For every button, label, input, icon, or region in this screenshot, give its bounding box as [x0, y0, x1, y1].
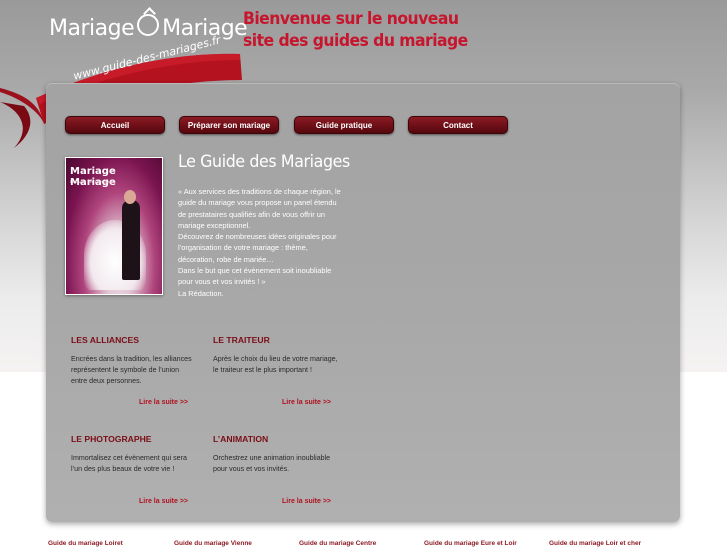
read-more-link[interactable]: Lire la suite >>	[139, 399, 188, 406]
card-title: LES ALLIANCES	[71, 335, 139, 345]
magazine-cover-image[interactable]: Mariage Mariage Le Guide des Mariages	[65, 157, 163, 295]
nav-guide-pratique[interactable]: Guide pratique	[294, 116, 394, 134]
footer-link-centre[interactable]: Guide du mariage Centre	[299, 540, 376, 547]
footer-link-vienne[interactable]: Guide du mariage Vienne	[174, 540, 252, 547]
intro-paragraph-2: Découvrez de nombreuses idées originales…	[178, 232, 337, 264]
intro-paragraph-3: Dans le but que cet évènement soit inoub…	[178, 266, 332, 287]
groom-shape	[122, 200, 140, 280]
welcome-line-1: Bienvenue sur le nouveau	[243, 9, 459, 29]
footer-link-loiret[interactable]: Guide du mariage Loiret	[48, 540, 123, 547]
card-text: Encrées dans la tradition, les alliances…	[71, 355, 192, 385]
magazine-title: Mariage Mariage	[70, 166, 116, 188]
read-more-link[interactable]: Lire la suite >>	[282, 399, 331, 406]
intro-signature: La Rédaction.	[178, 288, 224, 298]
intro-text: « Aux services des traditions de chaque …	[178, 186, 343, 299]
nav-accueil[interactable]: Accueil	[65, 116, 165, 134]
card-text: Après le choix du lieu de votre mariage,…	[213, 355, 338, 374]
logo-text-left: Mariage	[49, 15, 135, 41]
read-more-link[interactable]: Lire la suite >>	[282, 498, 331, 505]
card-text: Immortalisez cet évènement qui sera l’un…	[71, 454, 187, 473]
card-title: LE TRAITEUR	[213, 335, 270, 345]
nav-contact[interactable]: Contact	[408, 116, 508, 134]
card-text: Orchestrez une animation inoubliable pou…	[213, 454, 331, 473]
footer-link-loir-et-cher[interactable]: Guide du mariage Loir et cher	[549, 540, 641, 547]
footer-link-eure-et-loir[interactable]: Guide du mariage Eure et Loir	[424, 540, 517, 547]
welcome-line-2: site des guides du mariage	[243, 31, 468, 51]
intro-paragraph-1: « Aux services des traditions de chaque …	[178, 187, 341, 230]
groom-head-shape	[124, 190, 136, 204]
ring-icon	[137, 14, 160, 36]
main-navigation: Accueil Préparer son mariage Guide prati…	[0, 116, 727, 134]
nav-preparer-son-mariage[interactable]: Préparer son mariage	[179, 116, 279, 134]
magazine-subtitle: Le Guide des Mariages	[70, 179, 112, 184]
welcome-heading: Bienvenue sur le nouveau site des guides…	[243, 8, 482, 52]
card-title: LE PHOTOGRAPHE	[71, 434, 152, 444]
read-more-link[interactable]: Lire la suite >>	[139, 498, 188, 505]
page-title: Le Guide des Mariages	[178, 152, 350, 172]
card-title: L’ANIMATION	[213, 434, 269, 444]
